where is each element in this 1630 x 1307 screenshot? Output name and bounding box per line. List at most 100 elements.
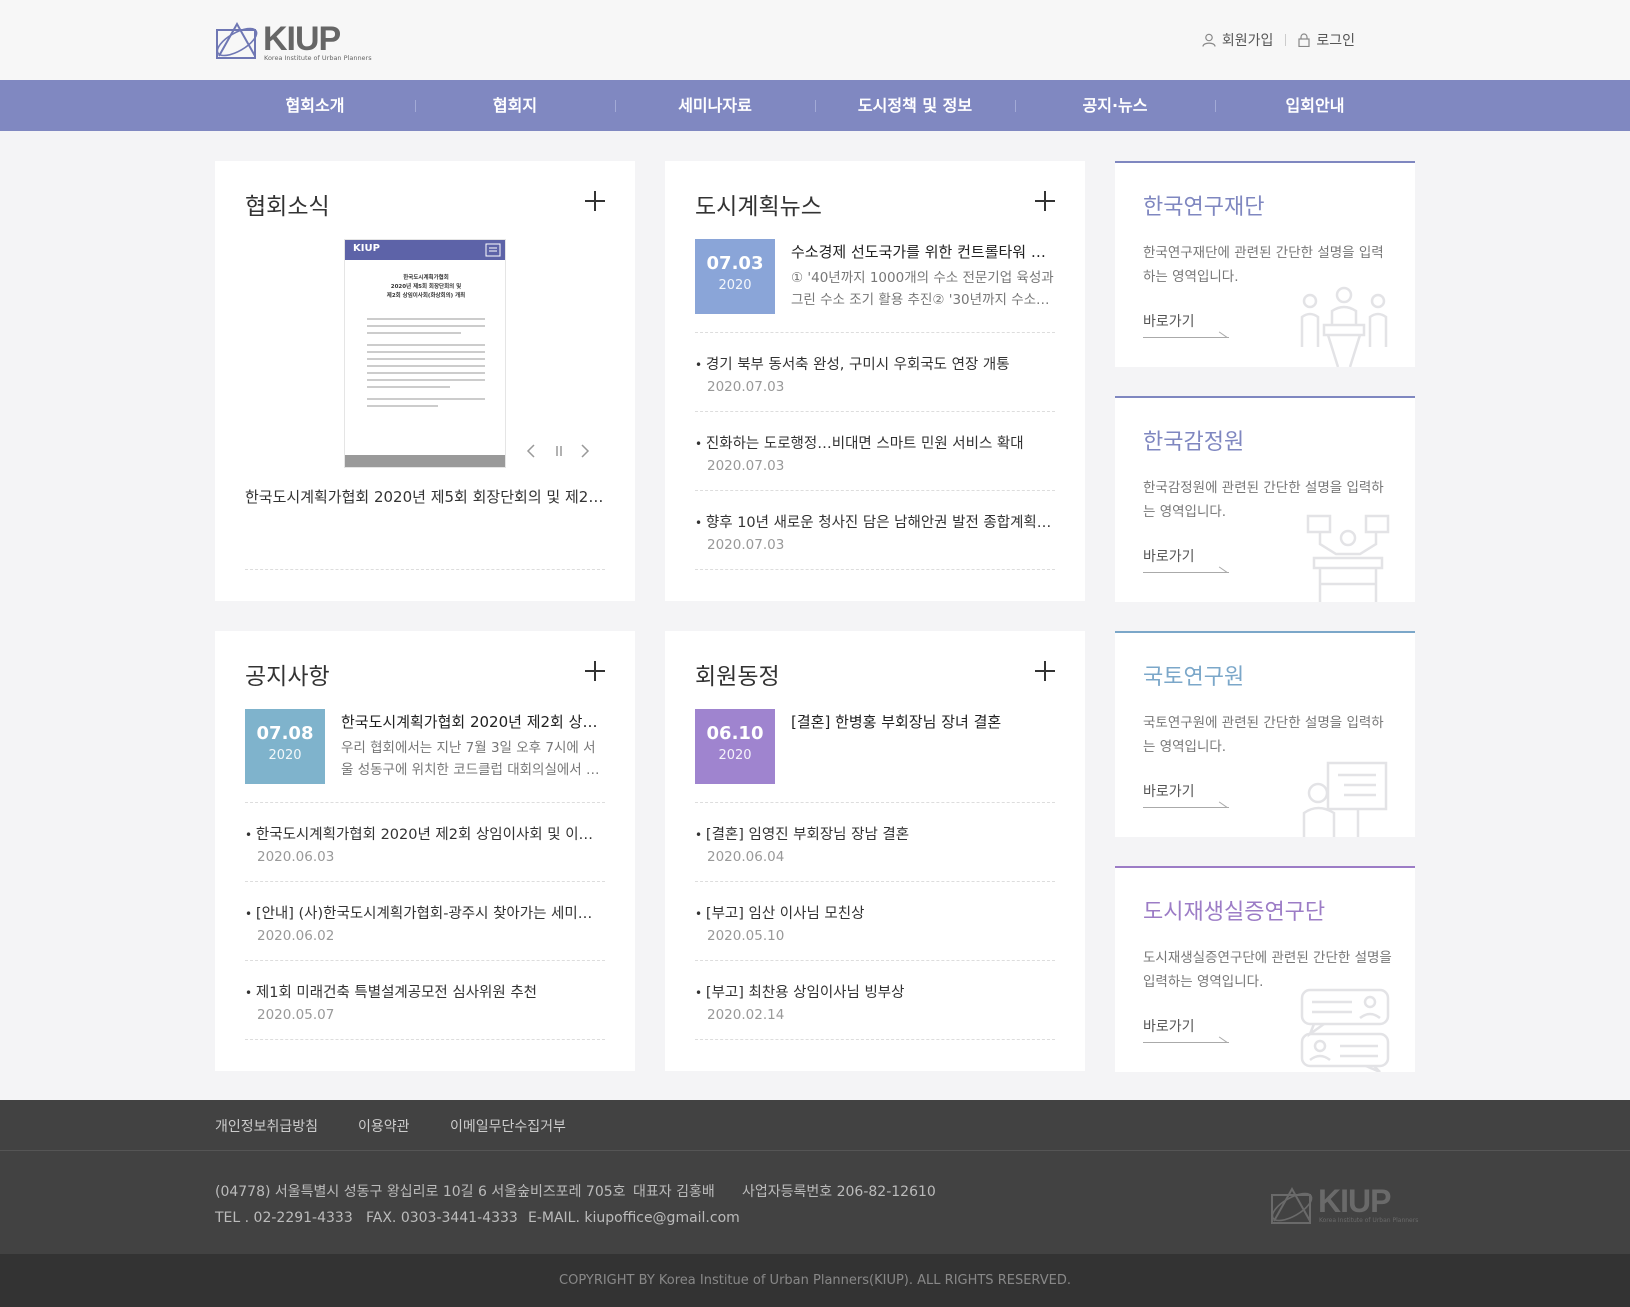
members-featured-title[interactable]: [결혼] 한병홍 부회장님 장녀 결혼 [791,711,1055,732]
login-label: 로그인 [1316,33,1355,49]
footer-link-email-policy[interactable]: 이메일무단수집거부 [450,1116,566,1136]
footer-ceo: 대표자 김홍배 [633,1184,715,1200]
nav-item-join[interactable]: 입회안내 [1215,80,1415,131]
list-item-title[interactable]: 향후 10년 새로운 청사진 담은 남해안권 발전 종합계획 수립 [695,511,1055,532]
side-card-go-link[interactable]: 바로가기 [1143,311,1229,338]
presenter-icon [1306,514,1390,602]
nav-item-seminar[interactable]: 세미나자료 [615,80,815,131]
notice-date-box: 07.08 2020 [245,709,325,784]
date-year: 2020 [718,278,752,293]
side-card-desc: 한국연구재단에 관련된 간단한 설명을 입력하는 영역입니다. [1143,245,1384,285]
list-item: [부고] 최찬용 상임이사님 빙부상 2020.02.14 [695,960,1055,1039]
list-item: 제1회 미래건축 특별설계공모전 심사위원 추천 2020.05.07 [245,960,605,1039]
list-item: [부고] 임산 이사님 모친상 2020.05.10 [695,881,1055,960]
site-logo[interactable]: KIUP Korea Institute of Urban Planners [215,18,372,63]
list-item-date: 2020.06.04 [707,849,785,865]
lock-icon [1298,33,1310,47]
date-day: 07.03 [706,253,764,274]
date-day: 06.10 [706,723,764,744]
slider-prev-icon[interactable] [525,443,537,459]
chat-icon [1300,988,1390,1072]
footer-address: (04778) 서울특별시 성동구 왕십리로 10길 6 서울숲비즈포레 705… [215,1184,626,1200]
side-card-urban-regen: 도시재생실증연구단 도시재생실증연구단에 관련된 간단한 설명을 입력하는 영역… [1115,866,1415,1072]
thumbnail-header-bar: KIUP [345,240,505,260]
signup-link[interactable]: 회원가입 [1202,30,1274,50]
date-year: 2020 [718,748,752,763]
thumbnail-title: 한국도시계획가협회 2020년 제5회 회장단회의 및 제2회 상임이사회(화상… [386,275,466,299]
footer-info: (04778) 서울특별시 성동구 왕십리로 10길 6 서울숲비즈포레 705… [0,1151,1630,1254]
nav-item-policy[interactable]: 도시정책 및 정보 [815,80,1015,131]
login-link[interactable]: 로그인 [1298,30,1355,50]
list-item-title[interactable]: 진화하는 도로행정…비대면 스마트 민원 서비스 확대 [695,432,1055,453]
footer-email[interactable]: E-MAIL. kiupoffice@gmail.com [528,1210,740,1226]
date-year: 2020 [268,748,302,763]
urban-news-card: 도시계획뉴스 07.03 2020 수소경제 선도국가를 위한 컨트롤타워 출범… [665,161,1085,601]
slider-next-icon[interactable] [579,443,591,459]
list-item-date: 2020.07.03 [707,537,785,553]
side-card-go-link[interactable]: 바로가기 [1143,1016,1229,1043]
date-day: 07.08 [256,723,314,744]
footer-link-privacy[interactable]: 개인정보취급방침 [215,1116,318,1136]
list-item-date: 2020.07.03 [707,379,785,395]
card-divider [245,569,605,570]
assoc-news-thumbnail[interactable]: KIUP 한국도시계획가협회 2020년 제5회 회장단회의 및 제2회 상임이… [344,239,506,468]
urban-news-more-icon[interactable] [1035,191,1055,211]
members-title: 회원동정 [695,664,780,690]
list-item-title[interactable]: [안내] (사)한국도시계획가협회-광주시 찾아가는 세미나 개최 [245,902,605,923]
list-item: 경기 북부 동서축 완성, 구미시 우회국도 연장 개통 2020.07.03 [695,332,1055,411]
card-divider [695,1039,1055,1040]
footer-logo-subtitle: Korea Institute of Urban Planners [1319,1217,1419,1224]
list-item: [결혼] 임영진 부회장님 장남 결혼 2020.06.04 [695,802,1055,881]
list-item-date: 2020.05.10 [707,928,785,944]
urban-news-featured-title[interactable]: 수소경제 선도국가를 위한 컨트롤타워 출범 [791,241,1055,262]
list-item-title[interactable]: 제1회 미래건축 특별설계공모전 심사위원 추천 [245,981,605,1002]
document-icon [485,243,501,257]
notice-title: 공지사항 [245,664,330,690]
logo-subtitle: Korea Institute of Urban Planners [264,54,372,62]
list-item-date: 2020.07.03 [707,458,785,474]
assoc-news-caption[interactable]: 한국도시계획가협회 2020년 제5회 회장단회의 및 제2회 상임이사회(화상… [245,486,605,507]
side-card-title: 한국감정원 [1143,430,1245,455]
members-date-box: 06.10 2020 [695,709,775,784]
footer-logo-text: KIUP [1318,1183,1391,1219]
top-links: 회원가입 로그인 [1202,30,1355,50]
slider-pause-icon[interactable] [553,444,565,458]
list-item: 한국도시계획가협회 2020년 제2회 상임이사회 및 이사회 개최 2020.… [245,802,605,881]
list-item-title[interactable]: [부고] 임산 이사님 모친상 [695,902,1055,923]
list-item-date: 2020.02.14 [707,1007,785,1023]
urban-news-title: 도시계획뉴스 [695,194,822,220]
footer-tel: TEL . 02-2291-4333 [215,1210,353,1226]
notice-featured-title[interactable]: 한국도시계획가협회 2020년 제2회 상임이사회 개최 [341,711,605,732]
side-card-desc: 국토연구원에 관련된 간단한 설명을 입력하는 영역입니다. [1143,715,1384,755]
assoc-news-card: 협회소식 KIUP 한국도시계획가협회 2020년 제5회 회장단회의 및 제2… [215,161,635,601]
assoc-news-more-icon[interactable] [585,191,605,211]
signup-label: 회원가입 [1221,33,1274,49]
footer-links: 개인정보취급방침 이용약관 이메일무단수집거부 [0,1100,1630,1151]
list-item-date: 2020.06.03 [257,849,335,865]
thumbnail-body-lines [367,318,485,412]
nav-item-about[interactable]: 협회소개 [215,80,415,131]
notice-more-icon[interactable] [585,661,605,681]
notice-card: 공지사항 07.08 2020 한국도시계획가협회 2020년 제2회 상임이사… [215,631,635,1071]
side-card-go-link[interactable]: 바로가기 [1143,546,1229,573]
list-item-title[interactable]: 경기 북부 동서축 완성, 구미시 우회국도 연장 개통 [695,353,1055,374]
card-divider [245,1039,605,1040]
thumbnail-logo-text: KIUP [353,243,380,254]
list-item-title[interactable]: [결혼] 임영진 부회장님 장남 결혼 [695,823,1055,844]
footer-logo-emblem-icon [1271,1186,1313,1224]
nav-item-journal[interactable]: 협회지 [415,80,615,131]
footer-copyright: COPYRIGHT BY Korea Institue of Urban Pla… [0,1254,1630,1307]
side-card-title: 한국연구재단 [1143,195,1265,220]
main-nav: 협회소개 협회지 세미나자료 도시정책 및 정보 공지·뉴스 입회안내 [0,80,1630,131]
nav-item-news[interactable]: 공지·뉴스 [1015,80,1215,131]
members-more-icon[interactable] [1035,661,1055,681]
urban-news-date-box: 07.03 2020 [695,239,775,314]
list-item-date: 2020.05.07 [257,1007,335,1023]
side-card-go-link[interactable]: 바로가기 [1143,781,1229,808]
list-item-title[interactable]: [부고] 최찬용 상임이사님 빙부상 [695,981,1055,1002]
footer-biz-no: 사업자등록번호 206-82-12610 [742,1184,936,1200]
footer-link-terms[interactable]: 이용약관 [358,1116,410,1136]
assoc-news-title: 협회소식 [245,194,330,220]
card-divider [695,569,1055,570]
list-item-title[interactable]: 한국도시계획가협회 2020년 제2회 상임이사회 및 이사회 개최 [245,823,605,844]
